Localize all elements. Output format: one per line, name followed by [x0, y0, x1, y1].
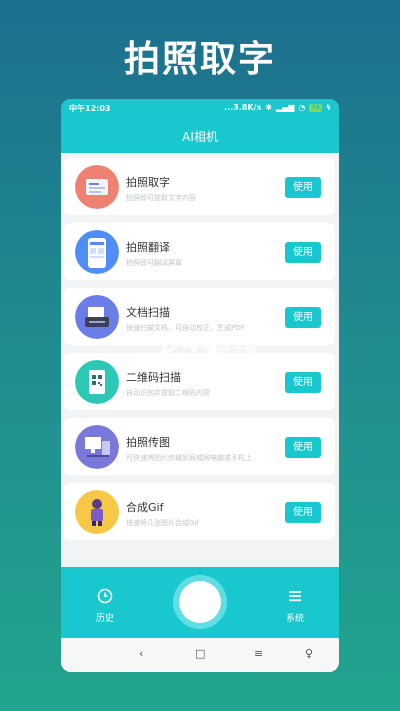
signal-icon: ▂▄▆	[275, 103, 295, 112]
feature-title: 拍照传图	[126, 436, 170, 449]
app-header: 中午12:03 ...3.8K/s ✱ ▂▄▆ ◔ 74 ϟ AI相机	[61, 99, 339, 153]
feature-description: 快速将几张图片合成Gif	[126, 519, 199, 527]
history-label: 历史	[95, 614, 114, 624]
feature-title: 拍照取字	[126, 176, 170, 189]
feature-title: 合成Gif	[126, 501, 164, 514]
feature-description: 自动识别并提取二维码内容	[126, 389, 210, 397]
feature-description: 拍照即可提取文字内容	[126, 194, 196, 202]
menu-icon	[289, 591, 301, 602]
system-navigation-bar: ‹ □ ≡ ♀	[61, 638, 339, 672]
use-button[interactable]: 使用	[285, 372, 321, 393]
watermark-url: .com	[205, 359, 223, 367]
translate-phone-icon	[75, 230, 119, 274]
feature-card-photo-transfer[interactable]: 拍照传图 可快速将图片传输到局域网电脑或手机上 使用	[64, 418, 335, 475]
system-label: 系统	[285, 614, 304, 624]
qr-code-icon	[75, 360, 119, 404]
use-button[interactable]: 使用	[285, 437, 321, 458]
status-bar: 中午12:03 ...3.8K/s ✱ ▂▄▆ ◔ 74 ϟ	[61, 102, 339, 116]
feature-title: 文档扫描	[126, 306, 170, 319]
feature-description: 拍照即可翻译屏幕	[126, 259, 182, 267]
use-button[interactable]: 使用	[285, 242, 321, 263]
accessibility-icon[interactable]: ♀	[305, 647, 313, 660]
feature-title: 二维码扫描	[126, 371, 181, 384]
use-button[interactable]: 使用	[285, 307, 321, 328]
status-time: 中午12:03	[69, 104, 111, 113]
transfer-icon	[75, 425, 119, 469]
recents-icon[interactable]: ≡	[254, 647, 263, 660]
feature-card-make-gif[interactable]: 合成Gif 快速将几张图片合成Gif 使用	[64, 483, 335, 540]
feature-description: 快速扫描文档，可自动校正，生成PDF	[126, 324, 245, 332]
system-tab[interactable]: 系统	[265, 588, 325, 624]
charging-icon: ϟ	[325, 103, 331, 112]
watermark-text: 游戏之家	[205, 345, 258, 360]
wifi-icon: ◔	[298, 103, 306, 112]
back-icon[interactable]: ‹	[139, 647, 143, 660]
app-title: AI相机	[182, 130, 218, 144]
network-speed: ...3.8K/s	[224, 103, 262, 112]
feature-card-photo-translate[interactable]: 拍照翻译 拍照即可翻译屏幕 使用	[64, 223, 335, 280]
bottom-nav: 历史 系统	[61, 567, 339, 638]
promo-title: 拍照取字	[123, 39, 276, 80]
use-button[interactable]: 使用	[285, 502, 321, 523]
feature-card-photo-text[interactable]: 拍照取字 拍照即可提取文字内容 使用	[64, 158, 335, 215]
shutter-button[interactable]	[173, 575, 227, 629]
status-indicators: ...3.8K/s ✱ ▂▄▆ ◔ 74 ϟ	[224, 103, 331, 112]
scanner-icon	[75, 295, 119, 339]
clock-icon	[97, 588, 113, 604]
shutter-inner	[179, 581, 221, 623]
history-tab[interactable]: 历史	[75, 588, 135, 624]
home-icon[interactable]: □	[195, 647, 205, 660]
bluetooth-icon: ✱	[265, 103, 272, 112]
phone-frame: 中午12:03 ...3.8K/s ✱ ▂▄▆ ◔ 74 ϟ AI相机 拍照取字…	[61, 99, 339, 672]
gif-figure-icon	[75, 490, 119, 534]
feature-title: 拍照翻译	[126, 241, 170, 254]
use-button[interactable]: 使用	[285, 177, 321, 198]
document-scan-icon	[75, 165, 119, 209]
feature-description: 可快速将图片传输到局域网电脑或手机上	[126, 454, 252, 462]
feature-card-document-scan[interactable]: 文档扫描 快速扫描文档，可自动校正，生成PDF 使用	[64, 288, 335, 345]
battery-icon: 74	[309, 103, 322, 112]
